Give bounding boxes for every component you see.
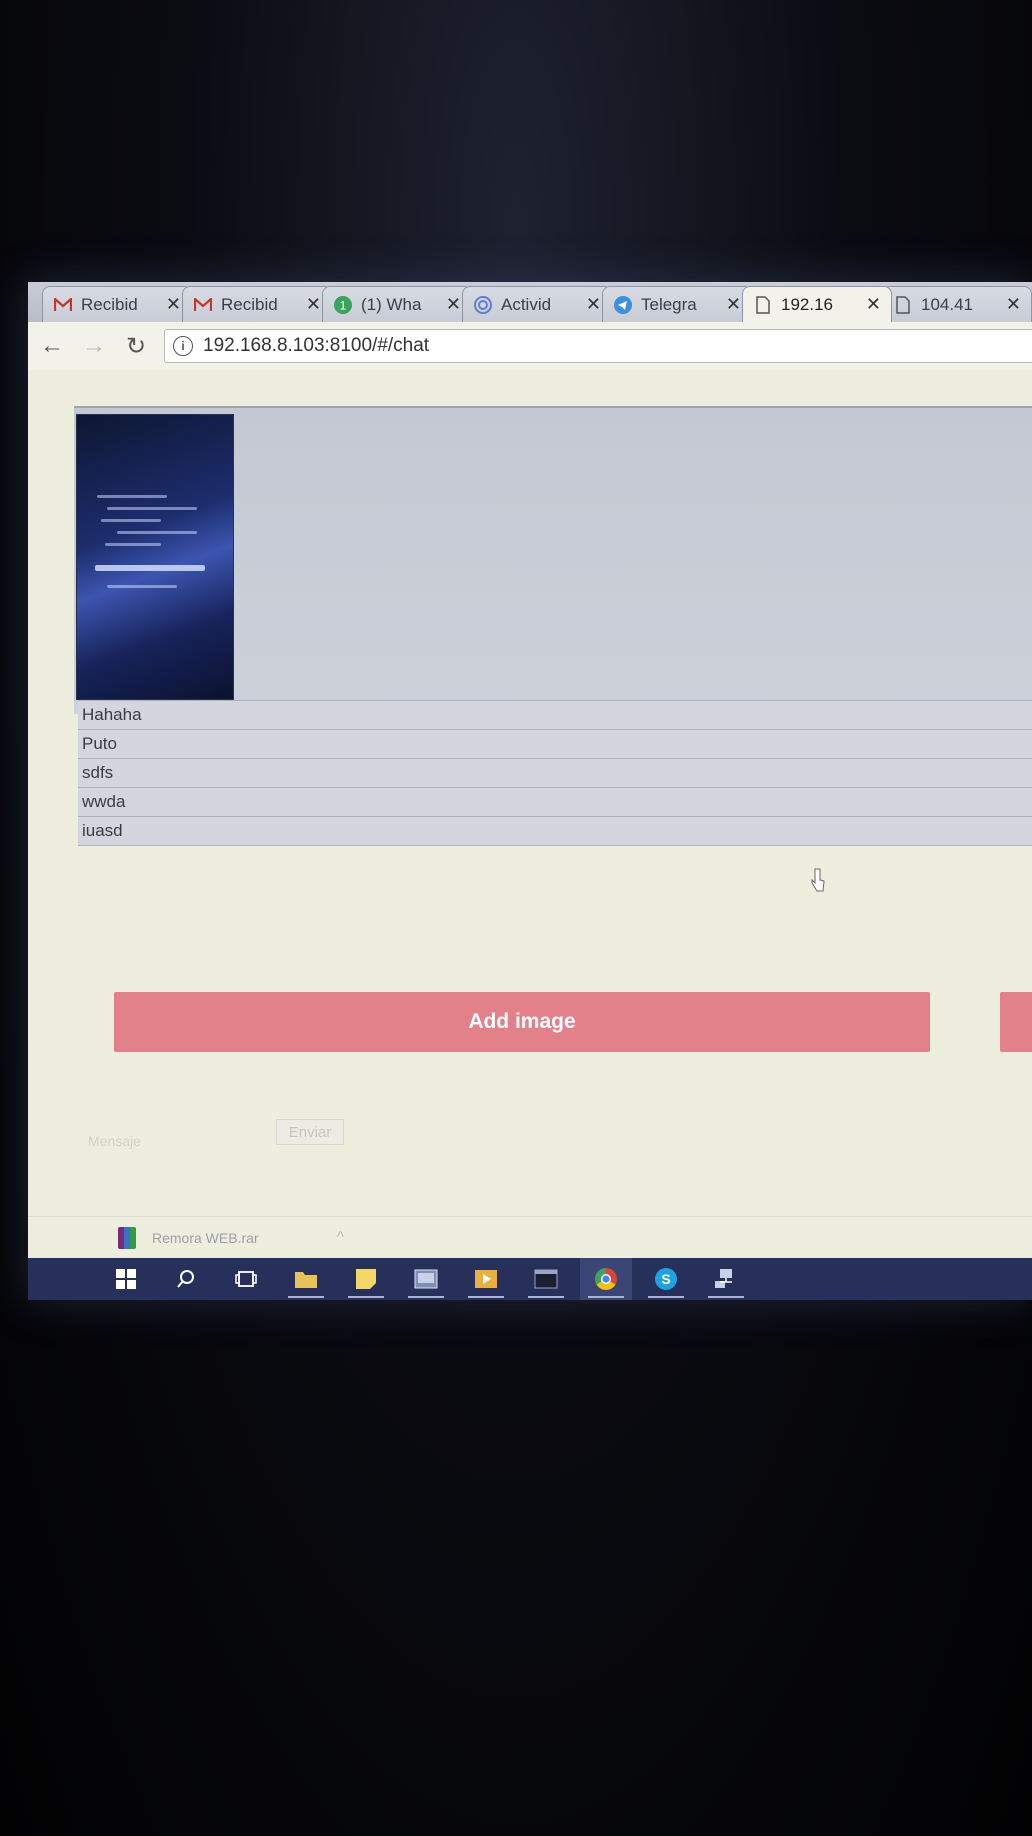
svg-text:S: S: [661, 1271, 670, 1287]
tab-telegram[interactable]: Telegra ✕: [602, 286, 752, 322]
tab-chat-active[interactable]: 192.16 ✕: [742, 286, 892, 322]
chat-page: Hahaha Puto sdfs wwda iuasd Add image En…: [28, 370, 1032, 1216]
secondary-action-button[interactable]: [1000, 992, 1032, 1052]
close-icon[interactable]: ✕: [1006, 294, 1021, 315]
taskbar: S: [28, 1258, 1032, 1300]
chat-photo[interactable]: [76, 414, 234, 700]
close-icon[interactable]: ✕: [166, 294, 181, 315]
list-item: sdfs: [78, 758, 1032, 787]
terminal-icon[interactable]: [520, 1258, 572, 1300]
page-icon: [893, 295, 913, 315]
add-image-button[interactable]: Add image: [114, 992, 930, 1052]
tab-title: Recibid: [81, 294, 138, 314]
info-icon[interactable]: i: [173, 336, 193, 356]
rar-archive-icon: [118, 1227, 136, 1249]
file-explorer-icon[interactable]: [280, 1258, 332, 1300]
browser-toolbar: ← → ↻ i 192.168.8.103:8100/#/chat: [28, 322, 1032, 371]
sticky-notes-icon[interactable]: [340, 1258, 392, 1300]
task-view-icon[interactable]: [220, 1258, 272, 1300]
mouse-cursor-icon: [811, 868, 825, 892]
close-icon[interactable]: ✕: [866, 294, 881, 315]
app-icon[interactable]: [400, 1258, 452, 1300]
tab-title: 104.41: [921, 294, 973, 314]
tab-title: Activid: [501, 294, 552, 314]
close-icon[interactable]: ✕: [306, 294, 321, 315]
tab-gmail-1[interactable]: Recibid ✕: [42, 286, 192, 322]
back-arrow-icon[interactable]: ←: [34, 328, 70, 364]
list-item: Puto: [78, 729, 1032, 758]
message-input[interactable]: [86, 1127, 280, 1155]
reload-icon[interactable]: ↻: [118, 328, 154, 364]
close-icon[interactable]: ✕: [446, 294, 461, 315]
address-bar[interactable]: i 192.168.8.103:8100/#/chat: [164, 329, 1032, 363]
chat-image-panel: [74, 406, 1032, 714]
skype-icon[interactable]: S: [640, 1258, 692, 1300]
tab-title: Recibid: [221, 294, 278, 314]
activity-icon: [473, 295, 493, 315]
tab-page-2[interactable]: 104.41 ✕: [882, 286, 1032, 322]
monitor-screen: Recibid ✕ Recibid ✕ 1 (1) Wha ✕ Activid …: [28, 282, 1032, 1300]
send-button[interactable]: Enviar: [276, 1119, 344, 1145]
tab-strip: Recibid ✕ Recibid ✕ 1 (1) Wha ✕ Activid …: [28, 282, 1032, 322]
network-icon[interactable]: [700, 1258, 752, 1300]
close-icon[interactable]: ✕: [726, 294, 741, 315]
telegram-icon: [613, 295, 633, 315]
tab-title: 192.16: [781, 294, 833, 314]
svg-text:1: 1: [340, 298, 347, 312]
tab-title: Telegra: [641, 294, 697, 314]
download-item[interactable]: Remora WEB.rar: [118, 1227, 259, 1249]
download-bar: Remora WEB.rar ^: [28, 1216, 1032, 1259]
address-text: 192.168.8.103:8100/#/chat: [203, 335, 430, 356]
list-item: wwda: [78, 787, 1032, 816]
download-filename: Remora WEB.rar: [152, 1230, 259, 1246]
page-icon: [753, 295, 773, 315]
chevron-up-icon[interactable]: ^: [337, 1229, 345, 1247]
list-item: iuasd: [78, 816, 1032, 846]
search-icon[interactable]: [160, 1258, 212, 1300]
tab-activity[interactable]: Activid ✕: [462, 286, 612, 322]
gmail-icon: [53, 295, 73, 315]
forward-arrow-icon[interactable]: →: [76, 328, 112, 364]
tab-whatsapp[interactable]: 1 (1) Wha ✕: [322, 286, 472, 322]
whatsapp-icon: 1: [333, 295, 353, 315]
chrome-icon[interactable]: [580, 1258, 632, 1300]
tab-gmail-2[interactable]: Recibid ✕: [182, 286, 332, 322]
gmail-icon: [193, 295, 213, 315]
close-icon[interactable]: ✕: [586, 294, 601, 315]
list-item: Hahaha: [78, 700, 1032, 729]
windows-start-icon[interactable]: [100, 1258, 152, 1300]
message-list: Hahaha Puto sdfs wwda iuasd: [78, 700, 1032, 846]
media-player-icon[interactable]: [460, 1258, 512, 1300]
tab-title: (1) Wha: [361, 294, 422, 314]
